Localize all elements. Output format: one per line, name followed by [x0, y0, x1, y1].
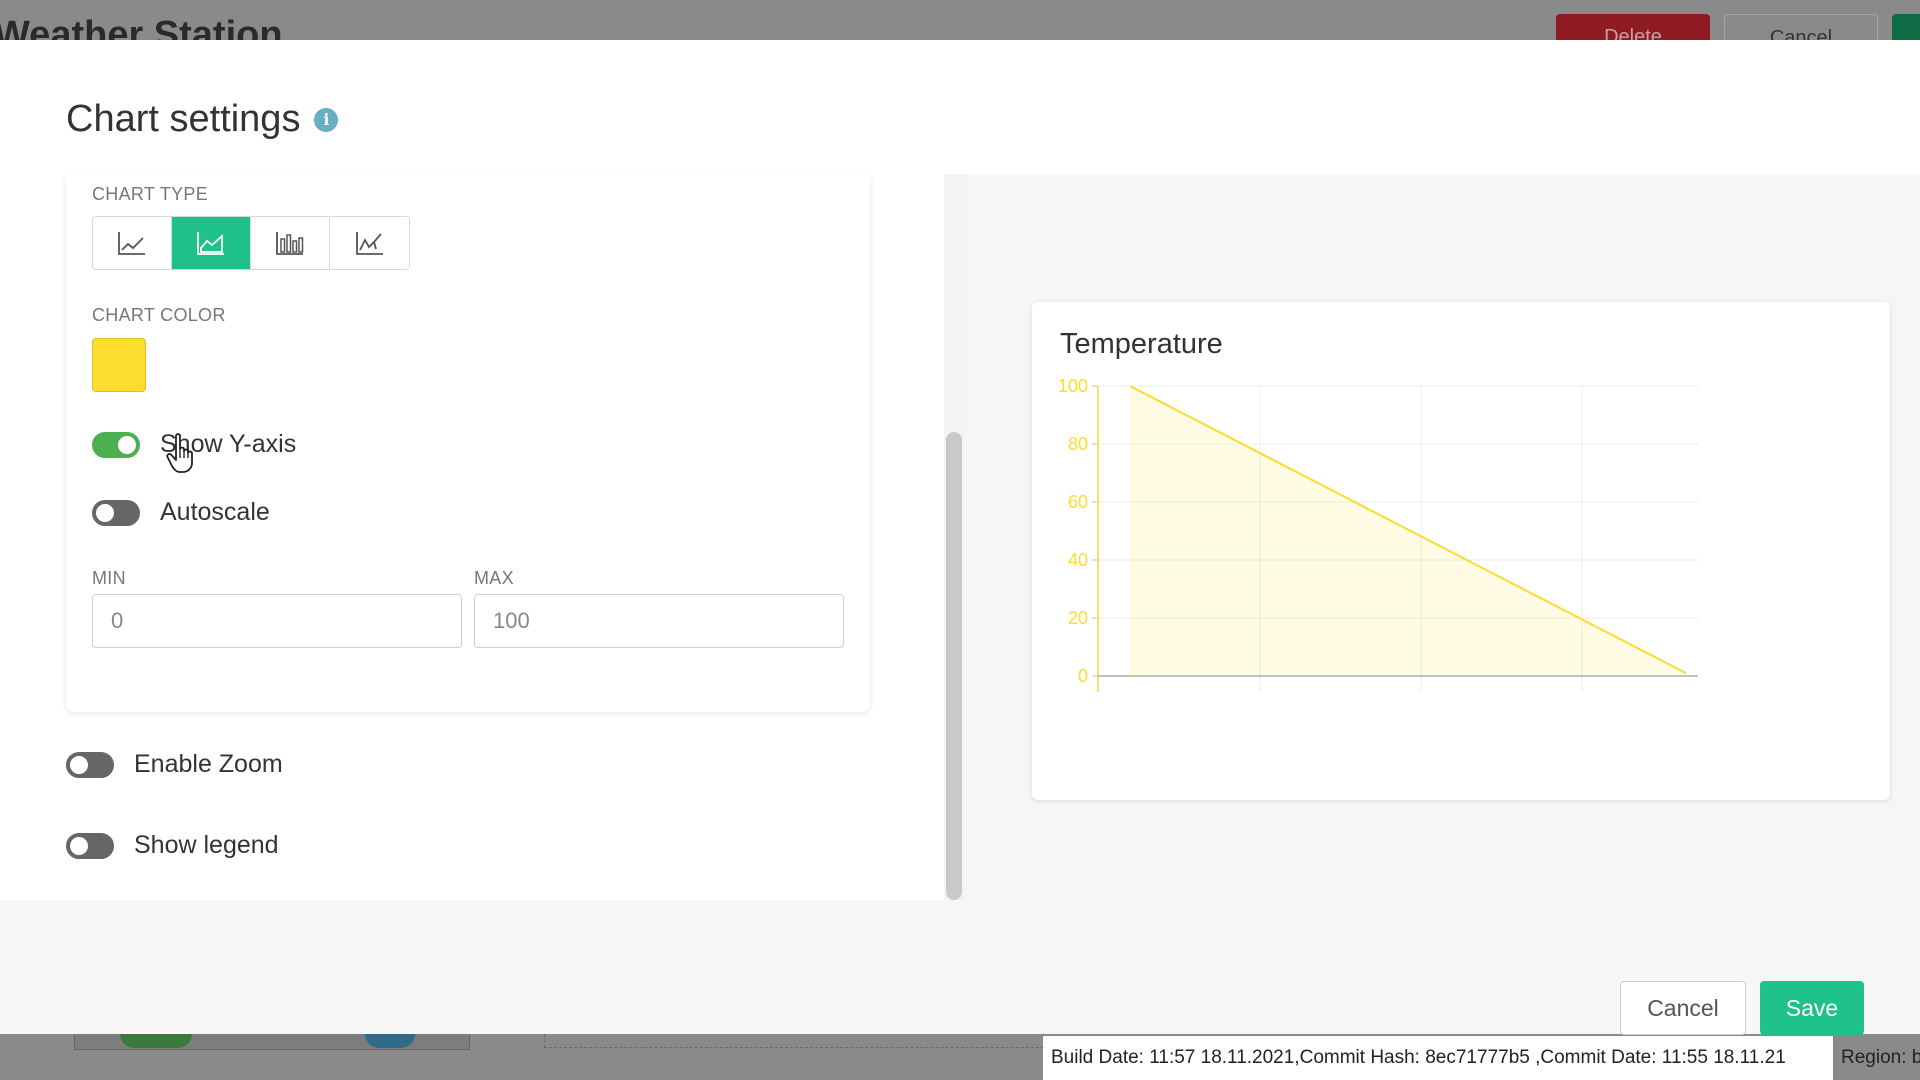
- hand-pointer-icon: [166, 433, 193, 473]
- show-legend-row: Show legend: [66, 831, 279, 860]
- chart-color-label: CHART COLOR: [92, 305, 226, 325]
- show-legend-label: Show legend: [134, 831, 279, 859]
- chart-preview-card: Temperature 0 20 40 60 80 100: [1032, 302, 1890, 800]
- y-tick-label: 40: [1068, 550, 1088, 570]
- modal-footer: Cancel Save: [0, 900, 1920, 1035]
- enable-zoom-row: Enable Zoom: [66, 750, 283, 779]
- chart-type-step-button[interactable]: [330, 217, 409, 269]
- enable-zoom-label: Enable Zoom: [134, 750, 283, 778]
- max-input[interactable]: [474, 594, 844, 648]
- y-tick-label: 80: [1068, 434, 1088, 454]
- show-legend-toggle[interactable]: [66, 832, 114, 859]
- chart-settings-modal: Chart settings i CHART TYPE CHART COLOR …: [0, 40, 1920, 1035]
- bar-chart-icon: [276, 232, 304, 255]
- settings-card: CHART TYPE CHART COLOR Show Y-axis Autos…: [66, 174, 870, 712]
- chart-plot: 0 20 40 60 80 100: [1058, 376, 1698, 692]
- chart-type-selector: [92, 216, 410, 270]
- max-label: MAX: [474, 568, 514, 588]
- build-info-bar: Build Date: 11:57 18.11.2021,Commit Hash…: [1043, 1036, 1833, 1080]
- y-tick-label: 100: [1058, 376, 1088, 396]
- background-dropzone: [544, 1034, 1044, 1048]
- step-chart-icon: [355, 232, 383, 255]
- autoscale-toggle[interactable]: [92, 499, 140, 526]
- background-widget-shape: [120, 1034, 192, 1048]
- cancel-button[interactable]: Cancel: [1620, 981, 1746, 1035]
- y-tick-label: 60: [1068, 492, 1088, 512]
- chart-type-label: CHART TYPE: [92, 184, 209, 204]
- min-label: MIN: [92, 568, 126, 588]
- y-tick-label: 0: [1078, 666, 1088, 686]
- toggle-knob: [70, 836, 88, 855]
- settings-panel: CHART TYPE CHART COLOR Show Y-axis Autos…: [0, 174, 964, 900]
- chart-type-bar-button[interactable]: [251, 217, 330, 269]
- show-y-axis-toggle[interactable]: [92, 431, 140, 458]
- modal-title: Chart settings: [66, 98, 301, 140]
- toggle-knob: [70, 755, 88, 774]
- region-info: Region: b: [1833, 1036, 1920, 1080]
- toggle-knob: [96, 503, 114, 522]
- modal-header: Chart settings i: [66, 98, 339, 141]
- save-button[interactable]: Save: [1760, 981, 1864, 1035]
- enable-zoom-toggle[interactable]: [66, 751, 114, 778]
- chart-preview-panel: Temperature 0 20 40 60 80 100: [964, 174, 1920, 900]
- autoscale-label: Autoscale: [160, 498, 270, 526]
- line-chart-icon: [118, 232, 145, 255]
- settings-scrollbar[interactable]: [944, 174, 964, 900]
- autoscale-row: Autoscale: [92, 498, 270, 527]
- min-input[interactable]: [92, 594, 462, 648]
- info-icon[interactable]: i: [314, 107, 339, 132]
- chart-color-swatch[interactable]: [92, 338, 146, 392]
- chart-type-line-button[interactable]: [93, 217, 172, 269]
- area-chart-icon: [197, 232, 224, 255]
- y-tick-label: 20: [1068, 608, 1088, 628]
- chart-type-area-button[interactable]: [172, 217, 251, 269]
- scrollbar-thumb[interactable]: [946, 432, 962, 900]
- background-widget-shape: [365, 1034, 415, 1048]
- toggle-knob: [118, 435, 136, 454]
